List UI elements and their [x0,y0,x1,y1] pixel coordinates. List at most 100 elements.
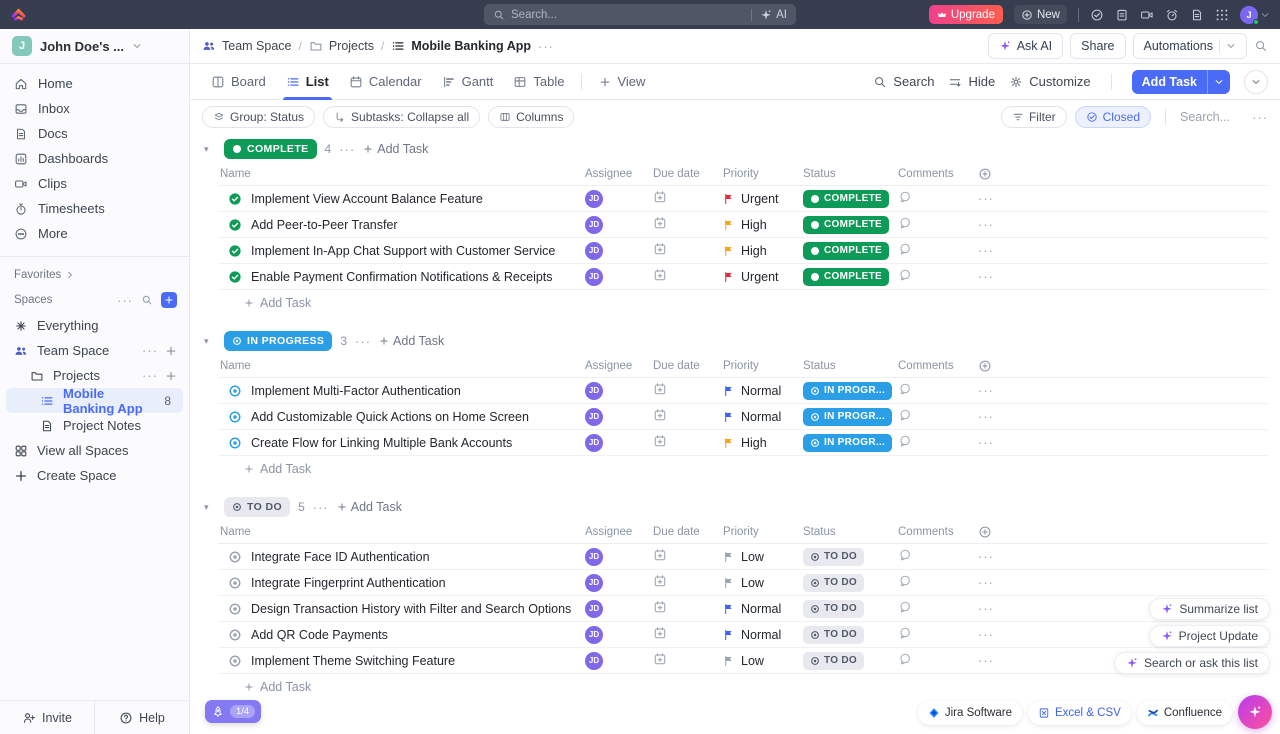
priority-label[interactable]: Normal [741,602,781,616]
add-to-space-icon[interactable] [165,345,177,357]
clickup-logo-icon[interactable] [10,6,27,23]
column-header-name[interactable]: Name [218,360,585,372]
collapse-header-button[interactable] [1244,70,1268,94]
comment-icon[interactable] [898,626,912,640]
tab-list[interactable]: List [277,64,338,100]
assignee-avatar[interactable]: JD [585,242,603,260]
sidebar-item-more[interactable]: More [0,221,189,246]
reminders-icon[interactable] [1165,8,1179,22]
column-header-due-date[interactable]: Due date [653,360,723,372]
sidebar-item-team-space[interactable]: Team Space ··· [0,338,189,363]
priority-label[interactable]: Normal [741,628,781,642]
priority-label[interactable]: Urgent [741,270,779,284]
breadcrumb-current-list[interactable]: Mobile Banking App [391,39,531,53]
add-task-inline-button[interactable]: Add Task [218,674,1268,700]
task-name[interactable]: Design Transaction History with Filter a… [251,602,571,616]
set-due-date-icon[interactable] [653,548,667,562]
view-search-button[interactable]: Search [873,74,934,89]
columns-chip[interactable]: Columns [488,106,574,128]
task-status-icon[interactable] [228,628,242,642]
ask-ai-button[interactable]: Ask AI [988,33,1063,59]
priority-label[interactable]: Urgent [741,192,779,206]
assignee-avatar[interactable]: JD [585,216,603,234]
set-due-date-icon[interactable] [653,190,667,204]
toolbar-menu[interactable]: ··· [1252,111,1268,124]
task-row[interactable]: Create Flow for Linking Multiple Bank Ac… [218,430,1268,456]
comment-icon[interactable] [898,242,912,256]
docs-quick-icon[interactable] [1190,8,1204,22]
status-badge[interactable]: TO DO [803,574,864,592]
task-status-icon[interactable] [228,192,242,206]
status-badge[interactable]: COMPLETE [803,242,889,260]
sidebar-item-view-all-spaces[interactable]: View all Spaces [0,438,189,463]
priority-flag-icon[interactable] [723,219,735,231]
task-status-icon[interactable] [228,270,242,284]
row-menu-button[interactable]: ··· [978,270,994,283]
assignee-avatar[interactable]: JD [585,548,603,566]
status-badge[interactable]: IN PROGR... [803,408,892,426]
spaces-menu-button[interactable]: ··· [117,294,133,307]
comment-icon[interactable] [898,600,912,614]
status-badge[interactable]: COMPLETE [803,190,889,208]
add-column-icon[interactable] [978,359,992,373]
group-status-badge[interactable]: IN PROGRESS [224,331,332,351]
customize-button[interactable]: Customize [1009,74,1090,89]
integration-pill-jira[interactable]: Jira Software [918,701,1022,725]
add-task-button[interactable]: Add Task [1132,70,1230,94]
task-name[interactable]: Create Flow for Linking Multiple Bank Ac… [251,436,512,450]
priority-flag-icon[interactable] [723,411,735,423]
list-search-input[interactable]: Search... [1180,110,1244,124]
row-menu-button[interactable]: ··· [978,628,994,641]
onboarding-progress-button[interactable]: 1/4 [205,700,261,723]
priority-flag-icon[interactable] [723,655,735,667]
priority-label[interactable]: Normal [741,384,781,398]
task-status-icon[interactable] [228,550,242,564]
hide-button[interactable]: Hide [948,74,995,89]
priority-label[interactable]: Low [741,550,764,564]
task-name[interactable]: Implement Theme Switching Feature [251,654,455,668]
assignee-avatar[interactable]: JD [585,652,603,670]
sidebar-item-home[interactable]: Home [0,71,189,96]
set-due-date-icon[interactable] [653,600,667,614]
column-header-due-date[interactable]: Due date [653,526,723,538]
task-status-icon[interactable] [228,602,242,616]
column-header-assignee[interactable]: Assignee [585,168,653,180]
row-menu-button[interactable]: ··· [978,550,994,563]
row-menu-button[interactable]: ··· [978,244,994,257]
add-to-folder-icon[interactable] [165,370,177,382]
group-by-chip[interactable]: Group: Status [202,106,315,128]
row-menu-button[interactable]: ··· [978,192,994,205]
comment-icon[interactable] [898,268,912,282]
priority-flag-icon[interactable] [723,603,735,615]
spaces-search-icon[interactable] [141,294,153,306]
assignee-avatar[interactable]: JD [585,382,603,400]
group-add-task-button[interactable]: Add Task [363,142,428,156]
add-task-dropdown[interactable] [1207,70,1230,94]
comment-icon[interactable] [898,548,912,562]
status-badge[interactable]: TO DO [803,652,864,670]
column-header-due-date[interactable]: Due date [653,168,723,180]
set-due-date-icon[interactable] [653,216,667,230]
task-row[interactable]: Add Customizable Quick Actions on Home S… [218,404,1268,430]
global-search-bar[interactable]: Search... AI [484,4,796,25]
priority-label[interactable]: Low [741,576,764,590]
status-badge[interactable]: COMPLETE [803,216,889,234]
comment-icon[interactable] [898,190,912,204]
collapse-group-icon[interactable]: ▾ [204,336,216,347]
priority-label[interactable]: Low [741,654,764,668]
sidebar-item-projects-folder[interactable]: Projects ··· [0,363,189,388]
workspace-selector[interactable]: J John Doe's ... [0,29,189,64]
status-badge[interactable]: TO DO [803,548,864,566]
group-menu-button[interactable]: ··· [339,143,355,156]
comment-icon[interactable] [898,216,912,230]
assignee-avatar[interactable]: JD [585,268,603,286]
row-menu-button[interactable]: ··· [978,602,994,615]
priority-flag-icon[interactable] [723,271,735,283]
comment-icon[interactable] [898,434,912,448]
sidebar-item-clips[interactable]: Clips [0,171,189,196]
task-row[interactable]: Add Peer-to-Peer Transfer JD High COMPLE… [218,212,1268,238]
task-name[interactable]: Integrate Fingerprint Authentication [251,576,446,590]
row-menu-button[interactable]: ··· [978,436,994,449]
priority-flag-icon[interactable] [723,437,735,449]
topbar-ai-button[interactable]: AI [751,9,787,21]
